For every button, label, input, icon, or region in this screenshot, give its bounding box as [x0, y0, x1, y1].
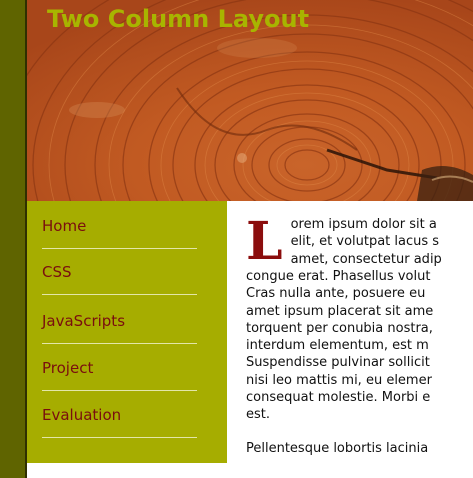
main-content: L orem ipsum dolor sit a elit, et volutp…: [246, 216, 473, 457]
nav-item-evaluation[interactable]: Evaluation: [42, 392, 197, 438]
sidebar-nav: Home CSS JavaScripts Project Evaluation: [27, 201, 227, 463]
nav-item-css[interactable]: CSS: [42, 249, 197, 295]
nav-item-home[interactable]: Home: [42, 203, 197, 249]
text-line: Cras nulla ante, posuere eu: [246, 286, 426, 302]
text-line: interdum elementum, est m: [246, 338, 429, 354]
page: Two Column Layout Home CSS JavaScripts P…: [0, 0, 473, 478]
text-line: torquent per conubia nostra,: [246, 320, 433, 336]
left-border-strip: [0, 0, 25, 478]
site-title: Two Column Layout: [47, 5, 310, 33]
drop-cap: L: [246, 211, 283, 272]
text-line: nisi leo mattis mi, eu elemer: [246, 372, 432, 388]
text-line: Pellentesque lobortis lacinia: [246, 440, 429, 456]
paragraph-1: L orem ipsum dolor sit a elit, et volutp…: [246, 216, 473, 424]
text-line: consequat molestie. Morbi e: [246, 390, 431, 406]
header-banner: Two Column Layout: [27, 0, 473, 201]
text-line: est.: [246, 407, 271, 423]
text-line: Suspendisse pulvinar sollicit: [246, 355, 430, 371]
nav-item-javascripts[interactable]: JavaScripts: [42, 298, 197, 344]
text-line: congue erat. Phasellus volut: [246, 269, 431, 284]
text-line: amet ipsum placerat sit ame: [246, 303, 434, 319]
paragraph-2: Pellentesque lobortis lacinia: [246, 440, 473, 457]
nav-item-project[interactable]: Project: [42, 345, 197, 391]
